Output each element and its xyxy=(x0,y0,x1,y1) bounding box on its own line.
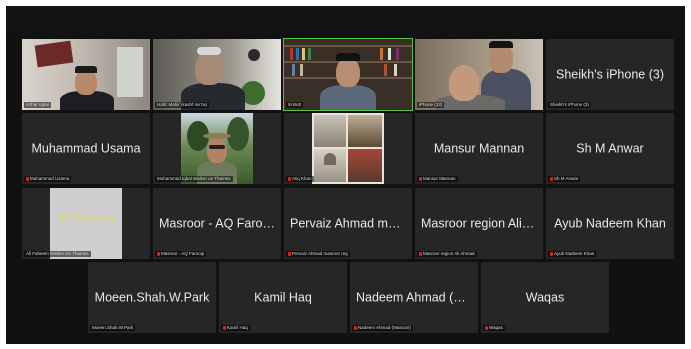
mic-muted-icon xyxy=(550,177,553,181)
mic-muted-icon xyxy=(419,252,422,256)
mic-muted-icon xyxy=(485,326,488,330)
participant-name: Masroor - AQ Farooqi xyxy=(159,215,280,230)
participant-name: Pervaiz Ahmad masr... xyxy=(290,215,412,230)
participant-caption: Ali Faheem Walton On Thames xyxy=(24,251,91,257)
participant-tile[interactable]: Sh M Anwar Sh M Anwar xyxy=(546,113,674,184)
participant-video xyxy=(153,39,281,110)
mic-muted-icon xyxy=(419,177,422,181)
participant-name: Ali Faheem xyxy=(57,214,115,225)
participant-tile[interactable]: M Butt xyxy=(283,38,413,111)
participant-tile[interactable]: Ali Faheem Ali Faheem Walton On Thames xyxy=(22,188,150,259)
mic-muted-icon xyxy=(26,177,29,181)
participant-tile[interactable]: Pervaiz Ahmad masr... Pervaiz Ahmad masr… xyxy=(284,188,412,259)
participant-name: Ayub Nadeem Khan xyxy=(554,215,666,230)
participant-tile[interactable]: Waqas Waqas xyxy=(481,262,609,333)
participant-name: Waqas xyxy=(525,289,565,304)
participant-caption: iPhone (33) xyxy=(417,102,445,108)
participant-tile[interactable]: Nadeem Ahmad (Ma... Nadeem Ahmad (Masroo… xyxy=(350,262,478,333)
participant-video xyxy=(284,113,412,184)
participant-caption: Nadeem Ahmad (Masroor) xyxy=(352,325,414,331)
gallery-row-4: Moeen.Shah.W.Park Moeen.Shah.W.Park Kami… xyxy=(88,262,609,333)
participant-video xyxy=(153,113,281,184)
participant-tile[interactable]: Atiq Khan xyxy=(284,113,412,184)
participant-caption: Waqas xyxy=(483,325,505,331)
participant-video xyxy=(22,39,150,110)
participant-caption: Sheikh's iPhone (3) xyxy=(548,102,591,108)
participant-video: Ali Faheem xyxy=(22,188,150,259)
mic-muted-icon xyxy=(354,326,357,330)
mic-muted-icon xyxy=(288,177,291,181)
mic-muted-icon xyxy=(157,252,160,256)
participant-tile[interactable]: Sheikh's iPhone (3) Sheikh's iPhone (3) xyxy=(546,39,674,110)
participant-tile[interactable]: Masroor region Ali Ah... Masroor region … xyxy=(415,188,543,259)
participant-tile[interactable]: Ayub Nadeem Khan Ayub Nadeem Khan xyxy=(546,188,674,259)
participant-tile[interactable]: Moeen.Shah.W.Park Moeen.Shah.W.Park xyxy=(88,262,216,333)
gallery-row-1: Azhar Iqbal Hafiz Mahir (kashf mirza) M … xyxy=(22,38,674,111)
participant-caption: Moeen.Shah.W.Park xyxy=(90,325,136,331)
participant-caption: Sh M Anwar xyxy=(548,176,581,182)
participant-name: Mansur Mannan xyxy=(433,140,525,155)
participant-caption: M Butt xyxy=(286,102,304,108)
participant-tile[interactable]: Mansur Mannan Mansur Mannan xyxy=(415,113,543,184)
participant-tile[interactable]: Hafiz Mahir (kashf mirza) xyxy=(153,39,281,110)
participant-name: Masroor region Ali Ah... xyxy=(421,215,543,230)
participant-caption: Muhammad Iqbal Walton on Thames xyxy=(155,176,233,182)
participant-video xyxy=(415,39,543,110)
participant-caption: Kamil Haq xyxy=(221,325,250,331)
participant-tile[interactable]: iPhone (33) xyxy=(415,39,543,110)
mic-muted-icon xyxy=(288,252,291,256)
participant-video xyxy=(284,39,412,110)
participant-name: Nadeem Ahmad (Ma... xyxy=(356,289,478,304)
participant-caption: Masroor - AQ Farooqi xyxy=(155,251,207,257)
participant-tile[interactable]: Muhammad Usama Muhammad Usama xyxy=(22,113,150,184)
participant-name: Muhammad Usama xyxy=(31,140,141,155)
participant-caption: Muhammad Usama xyxy=(24,176,72,182)
meeting-window: Azhar Iqbal Hafiz Mahir (kashf mirza) M … xyxy=(6,6,685,344)
participant-name: Sheikh's iPhone (3) xyxy=(555,66,664,81)
mic-muted-icon xyxy=(223,326,226,330)
participant-caption: Pervaiz Ahmad masroor reg xyxy=(286,251,350,257)
participant-caption: Ayub Nadeem Khan xyxy=(548,251,597,257)
mic-muted-icon xyxy=(550,252,553,256)
gallery-row-2: Muhammad Usama Muhammad Usama Muhammad I… xyxy=(22,113,674,184)
participant-name: Kamil Haq xyxy=(254,289,312,304)
participant-caption: Azhar Iqbal xyxy=(24,102,51,108)
participant-name: Sh M Anwar xyxy=(576,140,644,155)
participant-tile[interactable]: Muhammad Iqbal Walton on Thames xyxy=(153,113,281,184)
participant-name: Moeen.Shah.W.Park xyxy=(94,289,210,304)
participant-caption: Hafiz Mahir (kashf mirza) xyxy=(155,102,210,108)
participant-caption: Mansur Mannan xyxy=(417,176,458,182)
participant-tile[interactable]: Azhar Iqbal xyxy=(22,39,150,110)
gallery-row-3: Ali Faheem Ali Faheem Walton On Thames M… xyxy=(22,188,674,259)
participant-tile[interactable]: Masroor - AQ Farooqi Masroor - AQ Farooq… xyxy=(153,188,281,259)
participant-caption: Atiq Khan xyxy=(286,176,314,182)
participant-caption: Masroor region Ali Ahmad xyxy=(417,251,477,257)
participant-tile[interactable]: Kamil Haq Kamil Haq xyxy=(219,262,347,333)
top-bar xyxy=(6,6,685,36)
